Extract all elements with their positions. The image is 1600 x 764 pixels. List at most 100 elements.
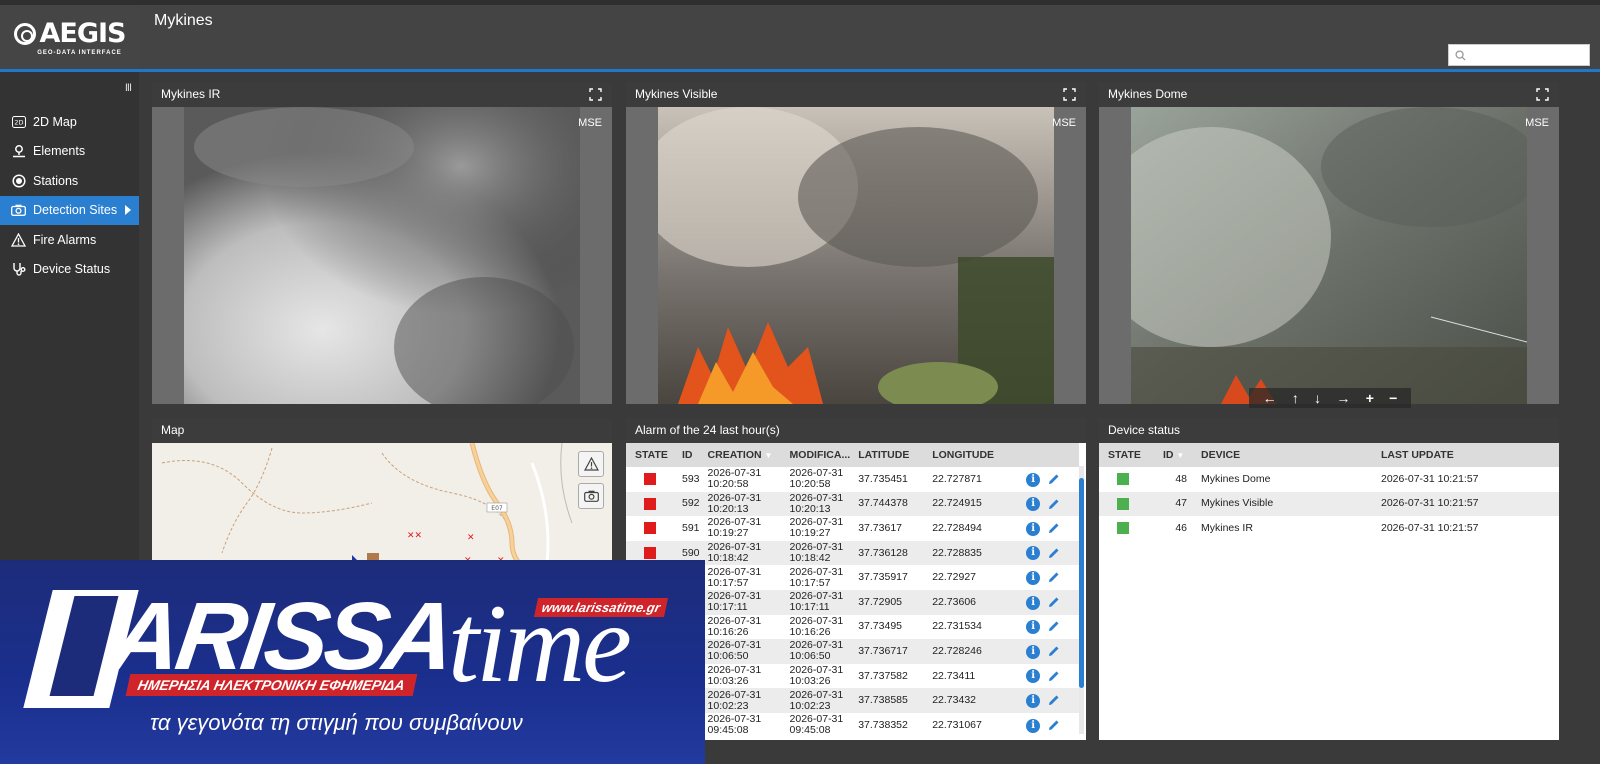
fullscreen-icon[interactable] (1063, 88, 1076, 101)
sidebar-item-label: Stations (33, 173, 79, 188)
creation-cell: 2026-07-31 10:17:11 (707, 590, 762, 614)
actions-cell: i (1020, 516, 1079, 541)
modification-cell: 2026-07-31 10:17:11 (789, 590, 844, 614)
tilt-down-button[interactable]: ↓ (1314, 390, 1321, 406)
sort-down-icon: ▼ (764, 451, 773, 460)
longitude-cell: 22.72927 (932, 571, 976, 584)
sidebar-item-label: 2D Map (33, 114, 77, 129)
modification-cell: 2026-07-31 10:20:58 (789, 467, 844, 491)
edit-pencil-icon[interactable] (1047, 497, 1061, 511)
sidebar-item-fire-alarms[interactable]: Fire Alarms (0, 225, 139, 255)
pan-right-button[interactable]: → (1336, 390, 1350, 406)
edit-pencil-icon[interactable] (1047, 644, 1061, 658)
road-label: E07 (491, 505, 503, 512)
creation-cell: 2026-07-31 10:20:13 (707, 491, 762, 515)
modification-cell: 2026-07-31 10:03:26 (789, 664, 844, 688)
table-row[interactable]: 48 Mykines Dome 2026-07-31 10:21:57 (1099, 467, 1559, 492)
alarms-scrollbar[interactable] (1079, 466, 1084, 734)
col-latitude[interactable]: LATITUDE (854, 443, 928, 467)
app-logo[interactable]: AEGIS GEO-DATA INTERFACE (0, 5, 139, 69)
info-icon[interactable]: i (1026, 620, 1041, 635)
info-icon[interactable]: i (1026, 669, 1041, 684)
col-id[interactable]: ID (678, 443, 704, 467)
info-icon[interactable]: i (1026, 718, 1041, 733)
state-cell (626, 516, 678, 541)
actions-cell: i (1020, 541, 1079, 566)
table-row[interactable]: 591 2026-07-31 10:19:27 2026-07-31 10:19:27 3… (626, 516, 1079, 541)
zoom-out-button[interactable]: − (1389, 390, 1397, 406)
camera-feed-dome[interactable]: MSE (1099, 107, 1559, 404)
dome-video-frame (1131, 107, 1527, 404)
device-cell: Mykines IR (1201, 521, 1253, 534)
2d-map-icon: 2D (11, 114, 26, 129)
info-icon[interactable]: i (1026, 644, 1041, 659)
edit-pencil-icon[interactable] (1047, 521, 1061, 535)
sidebar-item-stations[interactable]: Stations (0, 166, 139, 196)
info-icon[interactable]: i (1026, 546, 1041, 561)
device-cell: Mykines Visible (1201, 497, 1274, 510)
creation-cell: 2026-07-31 09:45:08 (707, 713, 762, 737)
header-accent-line (0, 69, 1600, 72)
tilt-up-button[interactable]: ↑ (1292, 390, 1299, 406)
table-row[interactable]: 47 Mykines Visible 2026-07-31 10:21:57 (1099, 491, 1559, 517)
col-state[interactable]: STATE (626, 443, 678, 467)
camera-badge: MSE (1525, 117, 1549, 129)
col-last-update[interactable]: LAST UPDATE (1377, 443, 1559, 467)
col-id[interactable]: ID ▼ (1159, 443, 1197, 467)
modification-cell: 2026-07-31 09:45:08 (789, 713, 844, 737)
edit-pencil-icon[interactable] (1047, 472, 1061, 486)
col-creation[interactable]: CREATION ▼ (704, 443, 786, 467)
table-header: STATE ID ▼ DEVICE LAST UPDATE (1099, 443, 1559, 467)
sidebar-item-device-status[interactable]: Device Status (0, 255, 139, 285)
map-alarm-button[interactable] (578, 451, 604, 477)
edit-pencil-icon[interactable] (1047, 546, 1061, 560)
zoom-in-button[interactable]: + (1366, 390, 1374, 406)
table-row[interactable]: 592 2026-07-31 10:20:13 2026-07-31 10:20:13 3… (626, 491, 1079, 517)
edit-pencil-icon[interactable] (1047, 619, 1061, 633)
latitude-cell: 37.736717 (858, 644, 908, 657)
sidebar-item-label: Device Status (33, 262, 111, 277)
logo-subtitle: GEO-DATA INTERFACE (37, 50, 122, 56)
info-icon[interactable]: i (1026, 521, 1041, 536)
table-row[interactable]: 593 2026-07-31 10:20:58 2026-07-31 10:20:58 3… (626, 467, 1079, 492)
camera-feed-visible[interactable]: MSE (626, 107, 1086, 404)
edit-pencil-icon[interactable] (1047, 693, 1061, 707)
info-icon[interactable]: i (1026, 497, 1041, 512)
ir-video-frame (184, 107, 580, 404)
aegis-logo-icon (13, 22, 36, 45)
stethoscope-icon (11, 262, 26, 277)
map-camera-button[interactable] (578, 483, 604, 509)
sidebar-item-2d-map[interactable]: 2D 2D Map (0, 107, 139, 137)
state-indicator (1117, 522, 1129, 535)
info-icon[interactable]: i (1026, 472, 1041, 487)
search-box[interactable] (1448, 44, 1590, 66)
info-icon[interactable]: i (1026, 595, 1041, 610)
fullscreen-icon[interactable] (1536, 88, 1549, 101)
pan-left-button[interactable]: ← (1263, 390, 1277, 406)
edit-pencil-icon[interactable] (1047, 595, 1061, 609)
longitude-cell: 22.731067 (932, 718, 982, 731)
col-device[interactable]: DEVICE (1197, 443, 1377, 467)
edit-pencil-icon[interactable] (1047, 669, 1061, 683)
panel-title: Alarm of the 24 last hour(s) (635, 423, 780, 437)
state-cell (1099, 492, 1159, 517)
latitude-cell: 37.73495 (858, 620, 902, 633)
search-input[interactable] (1470, 49, 1588, 61)
scrollbar-thumb[interactable] (1079, 478, 1084, 688)
table-row[interactable]: 46 Mykines IR 2026-07-31 10:21:57 (1099, 516, 1559, 541)
latitude-cell: 37.73617 (858, 521, 902, 534)
camera-feed-ir[interactable]: MSE (152, 107, 612, 404)
edit-pencil-icon[interactable] (1047, 570, 1061, 584)
latitude-cell: 37.72905 (858, 595, 902, 608)
info-icon[interactable]: i (1026, 694, 1041, 709)
col-modification[interactable]: MODIFICA... (786, 443, 855, 467)
sidebar-item-elements[interactable]: Elements (0, 137, 139, 167)
sidebar-item-detection-sites[interactable]: Detection Sites (0, 195, 139, 225)
info-icon[interactable]: i (1026, 571, 1041, 586)
station-icon (11, 173, 26, 188)
col-longitude[interactable]: LONGITUDE (928, 443, 1020, 467)
sidebar-collapse-button[interactable]: III (125, 82, 132, 94)
edit-pencil-icon[interactable] (1047, 718, 1061, 732)
fullscreen-icon[interactable] (589, 88, 602, 101)
col-state[interactable]: STATE (1099, 443, 1159, 467)
